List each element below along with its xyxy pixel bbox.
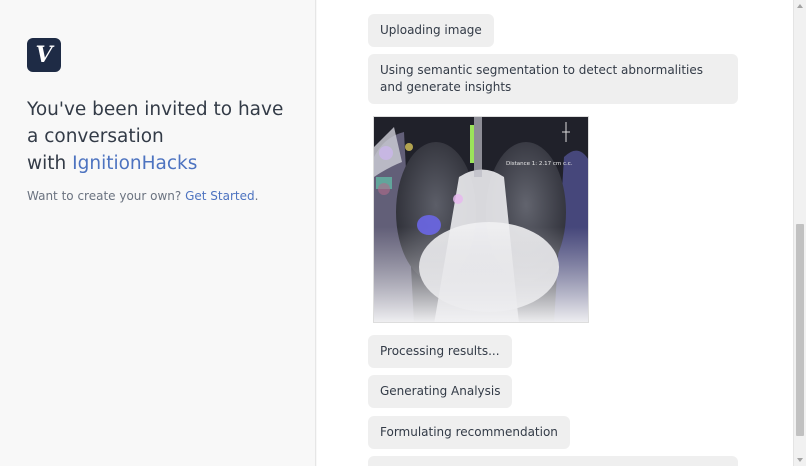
invite-heading: You've been invited to have a conversati… — [27, 96, 297, 177]
chat-message: Generating Analysis — [368, 375, 513, 408]
invite-heading-with: with — [27, 153, 67, 174]
chat-thread: Uploading image Using semantic segmentat… — [317, 0, 793, 466]
get-started-suffix: . — [254, 189, 259, 203]
logo-letter: V — [35, 42, 53, 68]
create-own-text: Want to create your own? — [27, 189, 182, 203]
scroll-down-icon[interactable] — [797, 458, 803, 462]
chest-xray-icon: Distance 1: 2.17 cm c.c. — [374, 117, 588, 322]
chat-message: Processing results... — [368, 335, 512, 368]
brand-name: IgnitionHacks — [72, 153, 198, 174]
chat-message: Using semantic segmentation to detect ab… — [368, 54, 738, 104]
xray-overlay-text: Distance 1: 2.17 cm c.c. — [506, 161, 573, 167]
scrollbar-thumb[interactable] — [796, 224, 804, 436]
xray-image: Distance 1: 2.17 cm c.c. — [373, 116, 589, 323]
create-own-prompt: Want to create your own? Get Started. — [27, 189, 258, 203]
scrollbar[interactable] — [793, 0, 806, 466]
chat-message-partial — [368, 456, 738, 466]
chat-message: Uploading image — [368, 14, 494, 47]
scroll-up-icon[interactable] — [797, 4, 803, 8]
invite-panel: V You've been invited to have a conversa… — [0, 0, 316, 466]
chat-message: Formulating recommendation — [368, 416, 570, 449]
get-started-link[interactable]: Get Started — [185, 189, 255, 203]
app-logo[interactable]: V — [27, 38, 61, 72]
invite-heading-text: You've been invited to have a conversati… — [27, 99, 284, 147]
